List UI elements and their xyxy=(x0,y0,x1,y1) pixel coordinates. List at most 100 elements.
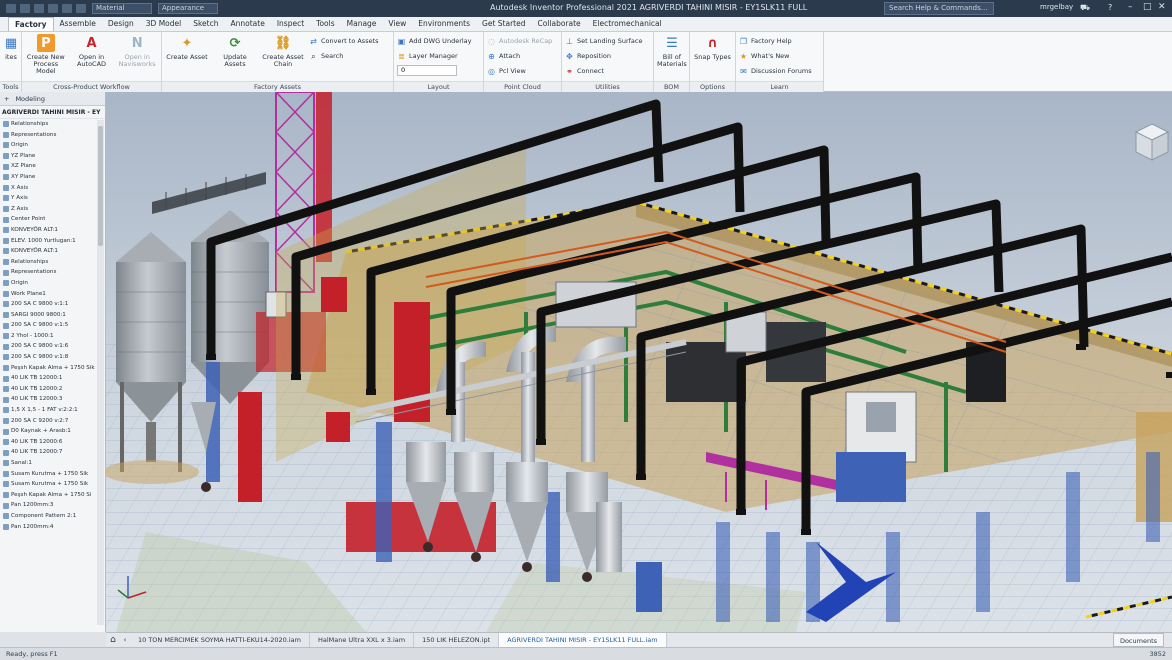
doc-tab-active[interactable]: AGRIVERDI TAHINI MISIR - EY1SLK11 FULL.i… xyxy=(499,633,667,647)
browser-tree-item[interactable]: KONVEYÖR ALT:1 xyxy=(0,225,105,236)
browser-tree-item[interactable]: Origin xyxy=(0,278,105,289)
browser-tree-item[interactable]: Y Axis xyxy=(0,193,105,204)
graphics-viewport[interactable] xyxy=(106,92,1172,632)
open-icon[interactable] xyxy=(20,4,30,13)
set-landing-surface-button[interactable]: ⊥ Set Landing Surface xyxy=(565,35,642,47)
create-asset-button[interactable]: ✦ Create Asset xyxy=(165,34,209,61)
create-process-model-button[interactable]: P Create New Process Model xyxy=(25,34,67,75)
home-icon[interactable] xyxy=(76,4,86,13)
tab-annotate[interactable]: Annotate xyxy=(225,17,271,31)
snap-types-button[interactable]: ∩ Snap Types xyxy=(693,34,732,61)
tab-get-started[interactable]: Get Started xyxy=(476,17,531,31)
pcl-view-button[interactable]: ◎ Pcl View xyxy=(487,65,552,77)
browser-tree-item[interactable]: SARGI 9000 9800:1 xyxy=(0,310,105,321)
browser-tree-item[interactable]: XY Plane xyxy=(0,172,105,183)
create-asset-chain-button[interactable]: ⛓ Create Asset Chain xyxy=(261,34,305,68)
cart-icon[interactable]: ⛟ xyxy=(1080,3,1090,13)
browser-tree-item[interactable]: Relationships xyxy=(0,257,105,268)
material-combo[interactable]: Material xyxy=(92,3,152,14)
browser-tree-item[interactable]: XZ Plane xyxy=(0,161,105,172)
browser-tree-item[interactable]: Relationships xyxy=(0,119,105,130)
browser-tree-item[interactable]: Center Point xyxy=(0,214,105,225)
browser-tree-item[interactable]: Z Axis xyxy=(0,204,105,215)
add-dwg-underlay-button[interactable]: ▣ Add DWG Underlay xyxy=(397,35,472,47)
tab-assemble[interactable]: Assemble xyxy=(54,17,102,31)
viewcube-icon[interactable] xyxy=(1134,122,1170,162)
browser-tree-item[interactable]: 200 SA C 9200 v:2:7 xyxy=(0,416,105,427)
factory-help-button[interactable]: ❐ Factory Help xyxy=(739,35,812,47)
factory-3d-model[interactable] xyxy=(106,92,1172,632)
browser-tree-item[interactable]: KONVEYÖR ALT:1 xyxy=(0,246,105,257)
browser-tree-item[interactable]: Origin xyxy=(0,140,105,151)
help-icon[interactable]: ? xyxy=(1108,3,1112,12)
browser-tree-item[interactable]: ELEV. 1000 Yurtlugan:1 xyxy=(0,236,105,247)
save-icon[interactable] xyxy=(34,4,44,13)
documents-menu-button[interactable]: Documents xyxy=(1112,633,1164,647)
connect-button[interactable]: ⚭ Connect xyxy=(565,65,642,77)
tab-collaborate[interactable]: Collaborate xyxy=(531,17,586,31)
browser-tree-item[interactable]: D0 Kaynak + Arasb:1 xyxy=(0,426,105,437)
browser-tree-item[interactable]: YZ Plane xyxy=(0,151,105,162)
reposition-button[interactable]: ✥ Reposition xyxy=(565,50,642,62)
tab-environments[interactable]: Environments xyxy=(412,17,476,31)
browser-tree-item[interactable]: 40 LIK TB 12000:6 xyxy=(0,437,105,448)
browser-tree-item[interactable]: Representations xyxy=(0,130,105,141)
browser-tree-item[interactable]: 2 Yhol - 1000:1 xyxy=(0,331,105,342)
tab-view[interactable]: View xyxy=(382,17,412,31)
doc-tab[interactable]: HalMane Ultra XXL x 3.iam xyxy=(310,633,415,647)
layer-manager-button[interactable]: ≣ Layer Manager xyxy=(397,50,472,62)
open-in-navisworks-button[interactable]: N Open in Navisworks xyxy=(116,34,158,68)
maximize-button[interactable]: □ xyxy=(1143,2,1152,12)
browser-tree-item[interactable]: Pan 1200mm:4 xyxy=(0,522,105,533)
convert-to-assets-button[interactable]: ⇄ Convert to Assets xyxy=(309,35,378,47)
open-in-autocad-button[interactable]: A Open in AutoCAD xyxy=(71,34,113,68)
browser-scroll-thumb[interactable] xyxy=(98,126,103,246)
tab-factory[interactable]: Factory xyxy=(8,17,54,31)
browser-tree-item[interactable]: 1,5 X 1,5 - 1 FAT v:2:2:1 xyxy=(0,405,105,416)
help-search-input[interactable]: Search Help & Commands... xyxy=(884,2,994,15)
browser-tree-item[interactable]: Susam Kurutma + 1750 Sik xyxy=(0,479,105,490)
browser-tree-item[interactable]: 40 LIK TB 12000:2 xyxy=(0,384,105,395)
doc-tab[interactable]: 150 LIK HELEZON.ipt xyxy=(414,633,500,647)
tab-tools[interactable]: Tools xyxy=(310,17,340,31)
browser-add-tab[interactable]: + xyxy=(4,95,9,103)
update-assets-button[interactable]: ⟳ Update Assets xyxy=(213,34,257,68)
autodesk-recap-button[interactable]: ◌ Autodesk ReCap xyxy=(487,35,552,47)
tab-inspect[interactable]: Inspect xyxy=(271,17,310,31)
whats-new-button[interactable]: ★ What's New xyxy=(739,50,812,62)
discussion-forums-button[interactable]: ✉ Discussion Forums xyxy=(739,65,812,77)
search-assets-button[interactable]: ⌕ Search xyxy=(309,50,379,62)
redo-icon[interactable] xyxy=(62,4,72,13)
browser-tree-item[interactable]: Peşsh Kapak Alma + 1750 Sik xyxy=(0,363,105,374)
undo-icon[interactable] xyxy=(48,4,58,13)
tab-manage[interactable]: Manage xyxy=(341,17,383,31)
minimize-button[interactable]: – xyxy=(1128,2,1133,12)
tab-electromechanical[interactable]: Electromechanical xyxy=(587,17,668,31)
browser-tree-item[interactable]: 40 LIK TB 12000:3 xyxy=(0,394,105,405)
tab-3d-model[interactable]: 3D Model xyxy=(140,17,187,31)
bill-of-materials-button[interactable]: ☰ Bill of Materials xyxy=(657,34,687,68)
tools-button[interactable]: ▦ ites xyxy=(3,34,19,61)
browser-tree-item[interactable]: X Axis xyxy=(0,183,105,194)
attach-button[interactable]: ⊕ Attach xyxy=(487,50,552,62)
browser-tree-item[interactable]: Susam Kurutma + 1750 Sik xyxy=(0,469,105,480)
browser-root-node[interactable]: AGRIVERDI TAHINI MISIR - EY xyxy=(0,106,105,119)
user-account[interactable]: mrgelbay xyxy=(1040,3,1073,11)
browser-tree-item[interactable]: 200 SA C 9800 v:1:8 xyxy=(0,352,105,363)
browser-tree-item[interactable]: 40 LIK TB 12000:1 xyxy=(0,373,105,384)
browser-tree-item[interactable]: 200 SA C 9800 v:1:1 xyxy=(0,299,105,310)
appearance-combo[interactable]: Appearance xyxy=(158,3,218,14)
browser-tree-item[interactable]: Pan 1200mm:3 xyxy=(0,500,105,511)
browser-tree-item[interactable]: 200 SA C 9800 v:1:5 xyxy=(0,320,105,331)
tab-scroll-left-icon[interactable]: ‹ xyxy=(120,636,130,644)
browser-tab-modeling[interactable]: Modeling xyxy=(15,95,45,103)
browser-tree-item[interactable]: Sanal:1 xyxy=(0,458,105,469)
browser-tree-item[interactable]: Work Plane1 xyxy=(0,289,105,300)
doc-tab[interactable]: 10 TON MERCIMEK SOYMA HATTI-EKU14-2020.i… xyxy=(130,633,310,647)
home-icon[interactable]: ⌂ xyxy=(106,635,120,645)
close-button[interactable]: ✕ xyxy=(1158,2,1166,12)
new-icon[interactable] xyxy=(6,4,16,13)
browser-tree-item[interactable]: 200 SA C 9800 v:1:6 xyxy=(0,341,105,352)
browser-scrollbar[interactable] xyxy=(97,120,104,625)
tab-sketch[interactable]: Sketch xyxy=(187,17,224,31)
